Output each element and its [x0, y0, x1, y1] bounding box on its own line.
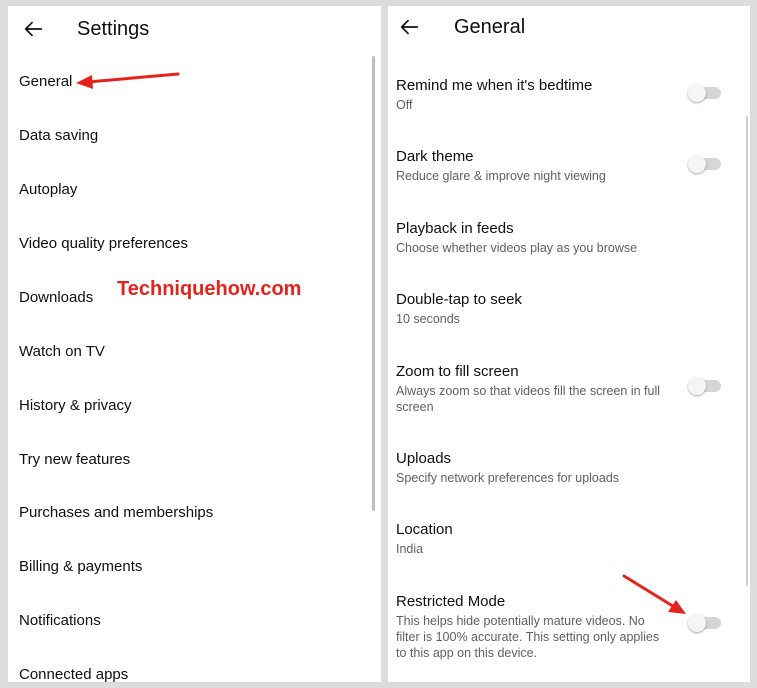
setting-title: Double-tap to seek: [396, 291, 522, 308]
page-title: General: [454, 16, 526, 38]
bedtime-toggle[interactable]: [688, 84, 724, 102]
general-panel: General Remind me when it's bedtime Off …: [388, 6, 750, 682]
general-scrollbar[interactable]: [746, 116, 748, 586]
setting-title: Uploads: [396, 450, 452, 467]
restricted-mode-toggle[interactable]: [688, 614, 724, 632]
toggle-thumb: [688, 377, 706, 395]
red-arrow-icon: [76, 72, 180, 89]
menu-item-video-quality[interactable]: Video quality preferences: [19, 235, 188, 252]
menu-item-watch-on-tv[interactable]: Watch on TV: [19, 343, 105, 360]
menu-item-data-saving[interactable]: Data saving: [19, 127, 98, 144]
setting-subtitle: Always zoom so that videos fill the scre…: [396, 384, 661, 414]
watermark-text: Techniquehow.com: [117, 278, 302, 300]
general-app-bar: General: [388, 6, 750, 58]
setting-subtitle: Off: [396, 98, 413, 112]
setting-uploads[interactable]: Uploads Specify network preferences for …: [396, 450, 696, 486]
menu-item-downloads[interactable]: Downloads: [19, 289, 93, 306]
menu-item-connected-apps[interactable]: Connected apps: [19, 666, 128, 682]
setting-location[interactable]: Location India: [396, 521, 696, 557]
menu-item-general[interactable]: General: [19, 73, 72, 90]
setting-zoom-to-fill[interactable]: Zoom to fill screen Always zoom so that …: [396, 363, 666, 415]
setting-subtitle: This helps hide potentially mature video…: [396, 614, 660, 660]
setting-title: Location: [396, 521, 453, 538]
zoom-to-fill-toggle[interactable]: [688, 377, 724, 395]
back-arrow-icon[interactable]: [22, 18, 44, 40]
setting-dark-theme[interactable]: Dark theme Reduce glare & improve night …: [396, 148, 696, 184]
menu-item-history-privacy[interactable]: History & privacy: [19, 397, 132, 414]
setting-double-tap-seek[interactable]: Double-tap to seek 10 seconds: [396, 291, 696, 327]
red-arrow-icon: [622, 574, 686, 614]
setting-subtitle: Reduce glare & improve night viewing: [396, 169, 606, 183]
toggle-thumb: [688, 155, 706, 173]
setting-subtitle: 10 seconds: [396, 312, 460, 326]
setting-subtitle: Choose whether videos play as you browse: [396, 241, 638, 255]
setting-subtitle: Specify network preferences for uploads: [396, 471, 620, 485]
settings-app-bar: Settings: [8, 6, 381, 58]
menu-item-try-new-features[interactable]: Try new features: [19, 451, 130, 468]
setting-title: Zoom to fill screen: [396, 363, 519, 380]
menu-item-notifications[interactable]: Notifications: [19, 612, 101, 629]
dark-theme-toggle[interactable]: [688, 155, 724, 173]
menu-item-purchases[interactable]: Purchases and memberships: [19, 504, 213, 521]
page-title: Settings: [77, 18, 150, 40]
setting-title: Dark theme: [396, 148, 474, 165]
setting-title: Remind me when it's bedtime: [396, 77, 593, 94]
back-arrow-icon[interactable]: [398, 16, 420, 38]
setting-subtitle: India: [396, 542, 424, 556]
menu-item-autoplay[interactable]: Autoplay: [19, 181, 77, 198]
settings-panel: Settings General Data saving Autoplay Vi…: [8, 6, 381, 682]
settings-scrollbar[interactable]: [372, 56, 375, 511]
setting-bedtime-reminder[interactable]: Remind me when it's bedtime Off: [396, 77, 696, 113]
setting-title: Playback in feeds: [396, 220, 514, 237]
setting-playback-in-feeds[interactable]: Playback in feeds Choose whether videos …: [396, 220, 696, 256]
menu-item-billing[interactable]: Billing & payments: [19, 558, 142, 575]
toggle-thumb: [688, 84, 706, 102]
